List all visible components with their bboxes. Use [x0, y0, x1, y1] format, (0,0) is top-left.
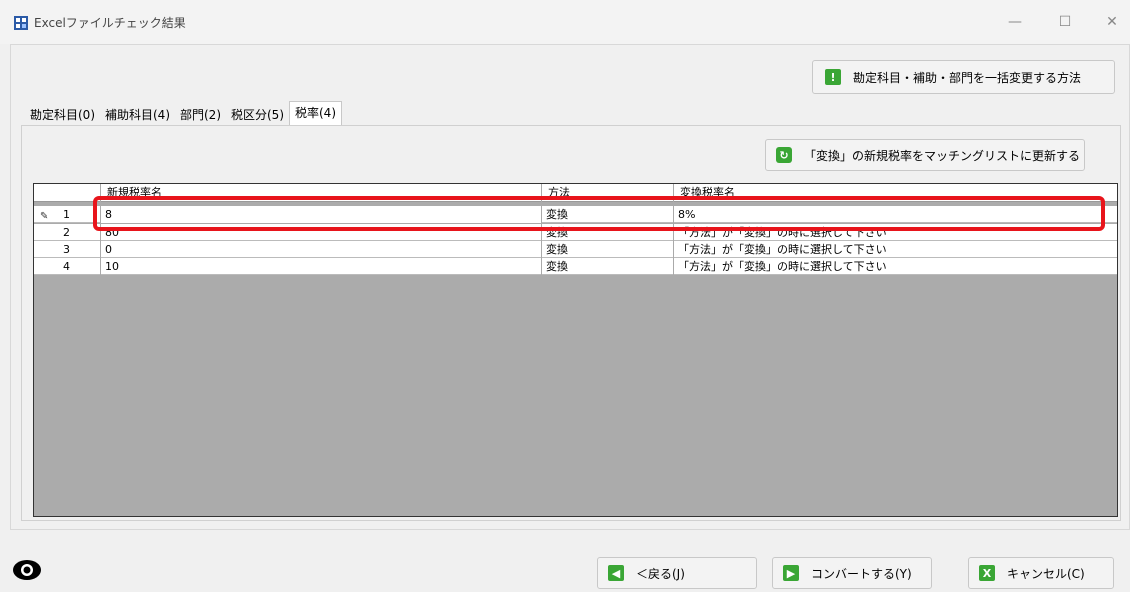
row-number: 3 [34, 241, 101, 258]
x-icon: X [979, 565, 995, 581]
maximize-button[interactable]: ☐ [1050, 10, 1080, 34]
target-rate-cell[interactable]: 8% [674, 206, 1117, 223]
refresh-icon: ↻ [776, 147, 792, 163]
app-icon [14, 16, 28, 30]
window-title: Excelファイルチェック結果 [34, 16, 186, 30]
new-rate-cell[interactable]: 10 [101, 258, 542, 275]
tab-sub-account[interactable]: 補助科目(4) [100, 105, 175, 125]
target-rate-cell[interactable]: 「方法」が「変換」の時に選択して下さい [674, 224, 1117, 241]
target-rate-cell[interactable]: 「方法」が「変換」の時に選択して下さい [674, 241, 1117, 258]
tax-rate-grid: 新規税率名 方法 変換税率名 ✎ 1 8 変換 8% 2 80 変換 「方法」が… [33, 183, 1118, 517]
column-header-method[interactable]: 方法 [542, 184, 674, 202]
new-rate-cell[interactable]: 0 [101, 241, 542, 258]
new-rate-cell[interactable]: 8 [101, 206, 542, 223]
convert-label: コンバートする(Y) [811, 566, 912, 581]
right-arrow-icon: ▶ [783, 565, 799, 581]
method-cell[interactable]: 変換 [542, 241, 674, 258]
row-number: 2 [34, 224, 101, 241]
bulk-change-method-button[interactable]: ! 勘定科目・補助・部門を一括変更する方法 [812, 60, 1115, 94]
row-number: ✎ 1 [34, 206, 101, 223]
column-header-new-rate[interactable]: 新規税率名 [101, 184, 542, 202]
title-bar: Excelファイルチェック結果 — ☐ ✕ [0, 0, 1130, 44]
convert-button[interactable]: ▶ コンバートする(Y) [772, 557, 932, 589]
back-label: ＜戻る(J) [636, 566, 685, 581]
table-row[interactable]: 3 0 変換 「方法」が「変換」の時に選択して下さい [34, 241, 1117, 258]
row-number: 4 [34, 258, 101, 275]
column-header-target-rate[interactable]: 変換税率名 [674, 184, 1117, 202]
tab-account[interactable]: 勘定科目(0) [25, 105, 100, 125]
update-matching-list-button[interactable]: ↻ 「変換」の新規税率をマッチングリストに更新する [765, 139, 1085, 171]
tab-tax-rate[interactable]: 税率(4) [289, 101, 342, 125]
row-header-corner [34, 184, 101, 202]
method-cell[interactable]: 変換 [542, 224, 674, 241]
exclamation-icon: ! [825, 69, 841, 85]
table-row[interactable]: 4 10 変換 「方法」が「変換」の時に選択して下さい [34, 258, 1117, 275]
bulk-change-method-label: 勘定科目・補助・部門を一括変更する方法 [853, 70, 1082, 85]
minimize-button[interactable]: — [1000, 10, 1030, 34]
tab-department[interactable]: 部門(2) [175, 105, 226, 125]
back-button[interactable]: ◀ ＜戻る(J) [597, 557, 757, 589]
pencil-icon: ✎ [40, 211, 49, 222]
grid-header: 新規税率名 方法 変換税率名 [34, 184, 1117, 202]
tab-strip: 勘定科目(0) 補助科目(4) 部門(2) 税区分(5) 税率(4) [25, 101, 342, 125]
target-rate-cell[interactable]: 「方法」が「変換」の時に選択して下さい [674, 258, 1117, 275]
table-row[interactable]: ✎ 1 8 変換 8% [34, 206, 1117, 223]
tab-tax-category[interactable]: 税区分(5) [226, 105, 289, 125]
table-row[interactable]: 2 80 変換 「方法」が「変換」の時に選択して下さい [34, 224, 1117, 241]
cancel-label: キャンセル(C) [1007, 566, 1085, 581]
new-rate-cell[interactable]: 80 [101, 224, 542, 241]
update-matching-list-label: 「変換」の新規税率をマッチングリストに更新する [804, 148, 1081, 163]
eye-icon[interactable] [12, 558, 42, 582]
close-button[interactable]: ✕ [1097, 10, 1127, 34]
cancel-button[interactable]: X キャンセル(C) [968, 557, 1114, 589]
left-arrow-icon: ◀ [608, 565, 624, 581]
method-cell[interactable]: 変換 [542, 258, 674, 275]
method-cell[interactable]: 変換 [542, 206, 674, 223]
